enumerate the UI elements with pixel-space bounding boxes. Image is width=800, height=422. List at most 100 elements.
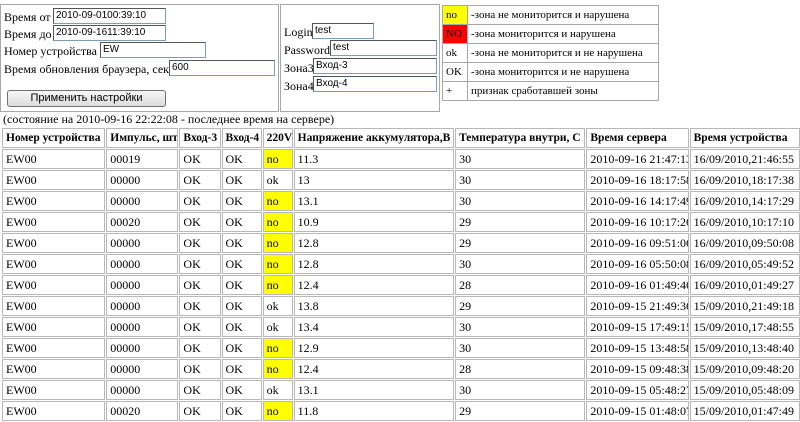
password-label: Password: [284, 43, 331, 57]
cell-server-time: 2010-09-15 21:49:36: [586, 296, 689, 316]
cell-input4: OK: [221, 359, 262, 379]
cell-220v: ok: [262, 296, 293, 316]
cell-220v: no: [262, 191, 293, 211]
cell-input3: OK: [179, 380, 221, 400]
cell-temperature: 30: [455, 191, 586, 211]
header-device: Номер устройства: [2, 128, 106, 148]
cell-device: EW00: [2, 233, 106, 253]
zone3-input[interactable]: Вход-3: [313, 58, 437, 74]
cell-220v: no: [262, 338, 293, 358]
table-row: EW00 00000 OK OK no 12.4 28 2010-09-15 09:48:38…: [2, 359, 800, 379]
cell-temperature: 29: [455, 296, 586, 316]
cell-input3: OK: [179, 212, 221, 232]
cell-input4: OK: [221, 296, 262, 316]
cell-220v: no: [262, 254, 293, 274]
cell-input4: OK: [221, 149, 262, 169]
cell-temperature: 29: [455, 401, 586, 421]
legend-row: no -зона не мониторится и нарушена: [442, 5, 659, 25]
table-row: EW00 00000 OK OK no 13.1 30 2010-09-16 14:17:49…: [2, 191, 800, 211]
cell-impulse: 00000: [106, 359, 179, 379]
table-row: EW00 00020 OK OK no 11.8 29 2010-09-15 01:48:07…: [2, 401, 800, 421]
cell-device-time: 16/09/2010,10:17:10: [689, 212, 800, 232]
cell-input4: OK: [221, 275, 262, 295]
cell-device-time: 15/09/2010,01:47:49: [689, 401, 800, 421]
cell-server-time: 2010-09-16 09:51:06: [586, 233, 689, 253]
cell-device-time: 16/09/2010,01:49:27: [689, 275, 800, 295]
cell-input3: OK: [179, 296, 221, 316]
password-input[interactable]: test: [330, 40, 437, 56]
cell-battery-voltage: 10.9: [293, 212, 455, 232]
cell-battery-voltage: 13.4: [293, 317, 455, 337]
cell-input3: OK: [179, 401, 221, 421]
cell-input4: OK: [221, 212, 262, 232]
cell-220v: ok: [262, 380, 293, 400]
legend-text: -зона мониторится и не нарушена: [467, 62, 659, 82]
cell-device-time: 15/09/2010,17:48:55: [689, 317, 800, 337]
header-device-time: Время устройства: [689, 128, 800, 148]
header-temperature: Температура внутри, С: [455, 128, 586, 148]
legend-key: NO: [442, 24, 468, 44]
legend-text: -зона не мониторится и нарушена: [467, 5, 659, 25]
cell-temperature: 30: [455, 338, 586, 358]
cell-input3: OK: [179, 149, 221, 169]
device-label: Номер устройства: [4, 44, 97, 58]
cell-device: EW00: [2, 170, 106, 190]
zone4-input[interactable]: Вход-4: [313, 76, 437, 92]
refresh-label: Время обновления браузера, сек: [4, 62, 169, 76]
cell-device: EW00: [2, 275, 106, 295]
cell-device: EW00: [2, 254, 106, 274]
cell-device-time: 16/09/2010,21:46:55: [689, 149, 800, 169]
time-from-label: Время от: [4, 10, 51, 24]
refresh-input[interactable]: 600: [169, 60, 275, 76]
time-from-input[interactable]: 2010-09-0100:39:10: [53, 8, 166, 24]
cell-input4: OK: [221, 338, 262, 358]
cell-input3: OK: [179, 359, 221, 379]
cell-input3: OK: [179, 317, 221, 337]
table-row: EW00 00000 OK OK ok 13.4 30 2010-09-15 17:49:15…: [2, 317, 800, 337]
cell-battery-voltage: 12.9: [293, 338, 455, 358]
cell-device: EW00: [2, 191, 106, 211]
cell-device-time: 16/09/2010,05:49:52: [689, 254, 800, 274]
cell-input4: OK: [221, 380, 262, 400]
cell-device: EW00: [2, 212, 106, 232]
cell-temperature: 30: [455, 149, 586, 169]
cell-impulse: 00000: [106, 233, 179, 253]
cell-220v: no: [262, 275, 293, 295]
cell-impulse: 00019: [106, 149, 179, 169]
cell-input4: OK: [221, 191, 262, 211]
cell-battery-voltage: 12.8: [293, 254, 455, 274]
legend-key: no: [442, 5, 468, 25]
table-row: EW00 00000 OK OK ok 13 30 2010-09-16 18:17:58 16…: [2, 170, 800, 190]
cell-server-time: 2010-09-15 05:48:27: [586, 380, 689, 400]
table-row: EW00 00000 OK OK no 12.4 28 2010-09-16 01:49:46…: [2, 275, 800, 295]
cell-impulse: 00020: [106, 212, 179, 232]
apply-settings-button[interactable]: Применить настройки: [7, 90, 166, 107]
table-header-row: Номер устройства Импульс, шт Вход-3 Вход…: [2, 128, 800, 148]
cell-device-time: 16/09/2010,18:17:38: [689, 170, 800, 190]
cell-device-time: 15/09/2010,13:48:40: [689, 338, 800, 358]
cell-temperature: 28: [455, 275, 586, 295]
login-input[interactable]: test: [312, 23, 374, 39]
legend-row: OK -зона мониторится и не нарушена: [442, 62, 659, 82]
table-row: EW00 00000 OK OK no 12.8 29 2010-09-16 09:51:06…: [2, 233, 800, 253]
cell-impulse: 00000: [106, 380, 179, 400]
cell-server-time: 2010-09-15 09:48:38: [586, 359, 689, 379]
cell-server-time: 2010-09-16 14:17:49: [586, 191, 689, 211]
legend-text: -зона не мониторится и не нарушена: [467, 43, 659, 63]
status-text: (состояние на 2010-09-16 22:22:08 - посл…: [3, 112, 335, 126]
header-server-time: Время сервера: [586, 128, 689, 148]
legend-row: + признак сработавшей зоны: [442, 81, 659, 101]
header-impulse: Импульс, шт: [106, 128, 179, 148]
cell-impulse: 00000: [106, 338, 179, 358]
device-input[interactable]: EW: [100, 42, 206, 58]
cell-input3: OK: [179, 338, 221, 358]
time-to-input[interactable]: 2010-09-1611:39:10: [53, 25, 166, 41]
cell-input3: OK: [179, 254, 221, 274]
cell-temperature: 30: [455, 170, 586, 190]
cell-device: EW00: [2, 149, 106, 169]
cell-220v: ok: [262, 317, 293, 337]
cell-220v: no: [262, 401, 293, 421]
login-label: Login: [284, 25, 313, 39]
header-input4: Вход-4: [221, 128, 262, 148]
cell-impulse: 00020: [106, 401, 179, 421]
